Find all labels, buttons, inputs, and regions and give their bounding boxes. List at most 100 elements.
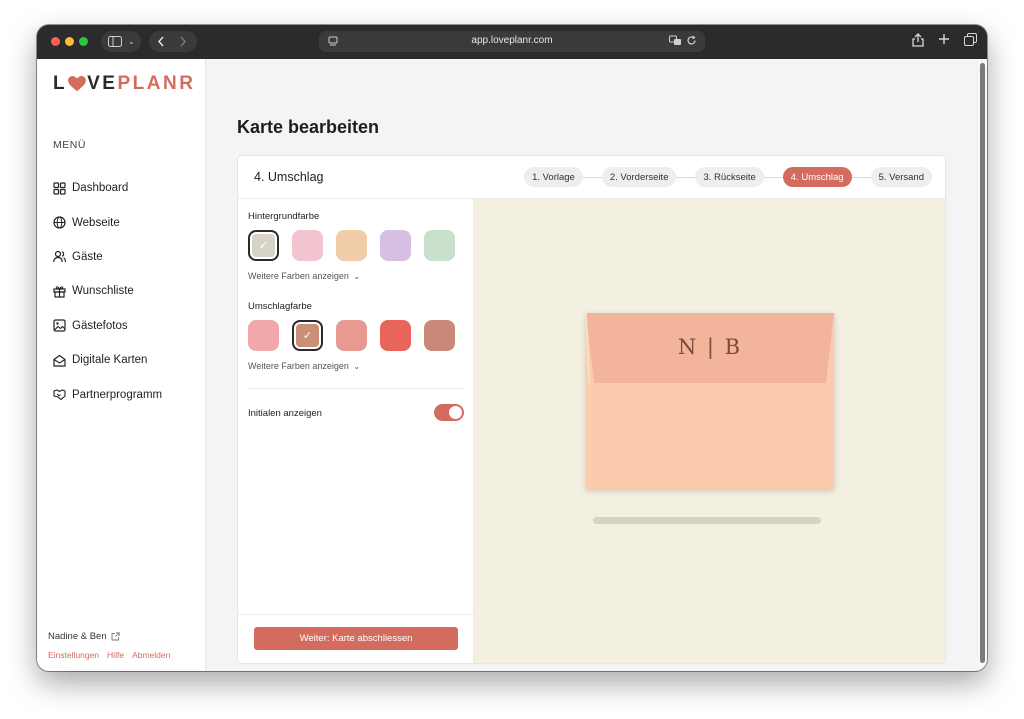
step-progress: 1. Vorlage 2. Vorderseite 3. Rückseite 4… — [524, 167, 932, 187]
back-button[interactable] — [157, 36, 165, 47]
initials-toggle-label: Initialen anzeigen — [248, 408, 322, 419]
scrollbar-thumb[interactable] — [980, 63, 985, 663]
step-rueckseite[interactable]: 3. Rückseite — [695, 167, 764, 187]
background-color-swatch-1[interactable]: ✓ — [248, 230, 279, 261]
background-color-swatch-3[interactable] — [336, 230, 367, 261]
envelope-initials: N | B — [677, 335, 743, 359]
history-nav — [149, 31, 197, 52]
step-versand[interactable]: 5. Versand — [870, 167, 932, 187]
step-connector — [582, 176, 602, 178]
step-umschlag[interactable]: 4. Umschlag — [782, 167, 852, 187]
handshake-icon — [53, 389, 66, 401]
check-icon: ✓ — [302, 330, 313, 342]
logout-link[interactable]: Abmelden — [132, 650, 170, 660]
external-link-icon — [111, 632, 120, 641]
more-envelope-colors-link[interactable]: Weitere Farben anzeigen ⌄ — [248, 361, 360, 371]
zoom-window-button[interactable] — [79, 37, 88, 46]
sidebar-item-label: Gäste — [72, 250, 103, 263]
envelope-color-swatch-5[interactable] — [424, 320, 455, 351]
background-color-label: Hintergrundfarbe — [248, 211, 320, 222]
chevron-down-icon: ⌄ — [353, 362, 361, 371]
share-icon[interactable] — [912, 33, 924, 50]
sidebar-nav: Dashboard Webseite Gäste Wunschliste Gäs… — [53, 171, 162, 412]
background-color-swatch-5[interactable] — [424, 230, 455, 261]
step-connector — [763, 176, 783, 178]
chevron-right-icon — [180, 36, 187, 47]
sidebar-item-label: Digitale Karten — [72, 354, 148, 367]
loveplanr-logo[interactable]: L VE PLANR — [53, 73, 195, 95]
sidebar-icon — [108, 36, 122, 47]
settings-link[interactable]: Einstellungen — [48, 650, 99, 660]
sidebar-item-label: Dashboard — [72, 182, 129, 195]
globe-icon — [53, 216, 66, 229]
panel-footer: Weiter: Karte abschliessen — [238, 614, 474, 663]
background-color-swatches: ✓ — [248, 230, 455, 261]
editor-card: 4. Umschlag 1. Vorlage 2. Vorderseite 3.… — [237, 155, 946, 664]
sidebar-item-label: Webseite — [72, 216, 120, 229]
toggle-knob — [449, 406, 462, 419]
reload-icon[interactable] — [686, 35, 697, 49]
sidebar-item-label: Gästefotos — [72, 319, 128, 332]
user-account[interactable]: Nadine & Ben — [48, 631, 120, 642]
tab-overview-icon[interactable] — [964, 33, 977, 50]
step-title: 4. Umschlag — [254, 170, 324, 184]
new-tab-icon[interactable] — [938, 33, 950, 50]
envelope-color-swatch-3[interactable] — [336, 320, 367, 351]
browser-window: ⌄ app.loveplanr.com L VE PLANR MENÜ Dash… — [37, 25, 987, 671]
users-icon — [53, 251, 66, 263]
browser-toolbar: ⌄ app.loveplanr.com — [37, 25, 987, 59]
envelope-color-swatch-4[interactable] — [380, 320, 411, 351]
continue-button[interactable]: Weiter: Karte abschliessen — [254, 627, 458, 650]
step-connector — [851, 176, 871, 178]
background-color-swatch-4[interactable] — [380, 230, 411, 261]
envelope-color-label: Umschlagfarbe — [248, 301, 312, 312]
more-colors-label: Weitere Farben anzeigen — [248, 271, 349, 281]
chevron-left-icon — [157, 36, 164, 47]
page-scrollbar[interactable] — [978, 59, 987, 671]
logo-text-l: L — [53, 73, 68, 94]
gift-icon — [53, 286, 66, 298]
image-icon — [53, 319, 66, 332]
sidebar-item-webseite[interactable]: Webseite — [53, 205, 162, 239]
account-links: Einstellungen Hilfe Abmelden — [48, 650, 170, 660]
sidebar-item-partnerprogramm[interactable]: Partnerprogramm — [53, 377, 162, 411]
chevron-down-icon: ⌄ — [353, 272, 361, 281]
app-content: L VE PLANR MENÜ Dashboard Webseite Gäste — [37, 59, 987, 671]
logo-text-planr: PLANR — [117, 73, 196, 94]
more-background-colors-link[interactable]: Weitere Farben anzeigen ⌄ — [248, 271, 360, 281]
sidebar: L VE PLANR MENÜ Dashboard Webseite Gäste — [37, 59, 206, 671]
chevron-down-icon: ⌄ — [128, 37, 135, 46]
menu-label: MENÜ — [53, 139, 86, 151]
step-vorderseite[interactable]: 2. Vorderseite — [601, 167, 677, 187]
sidebar-item-gaestefotos[interactable]: Gästefotos — [53, 309, 162, 343]
envelope-color-swatch-1[interactable] — [248, 320, 279, 351]
sidebar-item-label: Wunschliste — [72, 285, 134, 298]
sidebar-item-digitale-karten[interactable]: Digitale Karten — [53, 343, 162, 377]
minimize-window-button[interactable] — [65, 37, 74, 46]
help-link[interactable]: Hilfe — [107, 650, 124, 660]
sidebar-item-wunschliste[interactable]: Wunschliste — [53, 274, 162, 308]
address-bar[interactable]: app.loveplanr.com — [319, 31, 705, 52]
envelope-open-icon — [53, 354, 66, 367]
envelope: N | B — [586, 313, 834, 489]
sidebar-item-label: Partnerprogramm — [72, 388, 163, 401]
envelope-color-swatches: ✓ — [248, 320, 455, 351]
editor-header: 4. Umschlag 1. Vorlage 2. Vorderseite 3.… — [238, 156, 945, 199]
initials-toggle[interactable] — [434, 404, 464, 421]
settings-panel: Hintergrundfarbe ✓ Weitere Farben anzeig… — [238, 199, 474, 663]
forward-button[interactable] — [179, 36, 187, 47]
sidebar-item-gaeste[interactable]: Gäste — [53, 240, 162, 274]
translate-icon[interactable] — [669, 35, 682, 49]
check-icon: ✓ — [258, 240, 269, 252]
step-vorlage[interactable]: 1. Vorlage — [524, 167, 583, 187]
step-connector — [676, 176, 696, 178]
user-name: Nadine & Ben — [48, 631, 107, 642]
dashboard-icon — [53, 182, 66, 195]
url-text: app.loveplanr.com — [471, 35, 553, 46]
envelope-color-swatch-2[interactable]: ✓ — [292, 320, 323, 351]
close-window-button[interactable] — [51, 37, 60, 46]
sidebar-item-dashboard[interactable]: Dashboard — [53, 171, 162, 205]
background-color-swatch-2[interactable] — [292, 230, 323, 261]
sidebar-toggle-button[interactable]: ⌄ — [101, 31, 141, 52]
logo-text-ve: VE — [87, 73, 118, 94]
